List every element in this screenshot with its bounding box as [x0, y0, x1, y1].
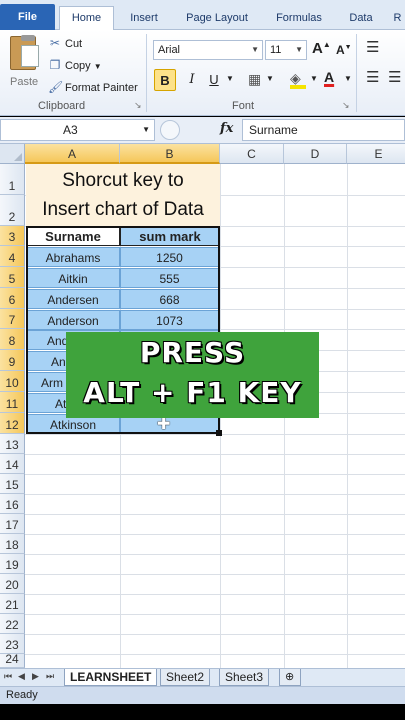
row-header-12[interactable]: 12 — [0, 413, 25, 434]
paste-button[interactable]: Paste — [6, 35, 40, 94]
row-header-13[interactable]: 13 — [0, 434, 25, 454]
dialog-launcher-icon[interactable]: ↘ — [134, 100, 142, 111]
sheet-tab-learnsheet[interactable]: LEARNSHEET — [64, 669, 158, 686]
tab-data[interactable]: Data — [340, 7, 382, 30]
row-header-6[interactable]: 6 — [0, 288, 25, 309]
status-bar: Ready — [0, 686, 405, 704]
chevron-down-icon[interactable]: ▼ — [266, 74, 274, 83]
row-header-24[interactable]: 24 — [0, 652, 25, 668]
row-header-11[interactable]: 11 — [0, 392, 25, 413]
row-header-2[interactable]: 2 — [0, 195, 25, 226]
tab-formulas[interactable]: Formulas — [266, 7, 332, 30]
clipboard-group-label: Clipboard — [38, 100, 86, 112]
overlay-line-1: PRESS — [139, 336, 246, 369]
align-top-icon[interactable]: ☰ — [366, 38, 379, 56]
row-header-1[interactable]: 1 — [0, 164, 25, 195]
paintbrush-icon: 🖌 — [48, 80, 64, 94]
overlay-line-2: ALT + F1 KEY — [83, 376, 302, 409]
name-box[interactable]: A3 ▼ — [0, 119, 155, 141]
caret-up-icon: ▲ — [322, 40, 331, 49]
tab-insert[interactable]: Insert — [118, 7, 170, 30]
fill-handle[interactable] — [216, 430, 222, 436]
title-cell-line-2[interactable]: Insert chart of Data — [26, 195, 220, 226]
row-header-20[interactable]: 20 — [0, 574, 25, 594]
row-header-8[interactable]: 8 — [0, 329, 25, 350]
instruction-overlay: PRESS ALT + F1 KEY — [66, 332, 319, 418]
font-name-box[interactable]: Arial ▼ — [153, 40, 263, 60]
chevron-down-icon: ▼ — [93, 62, 102, 71]
row-header-5[interactable]: 5 — [0, 267, 25, 288]
function-icon[interactable]: fx — [220, 121, 233, 136]
chevron-down-icon: ▼ — [251, 45, 259, 54]
tab-review[interactable]: R — [390, 7, 405, 30]
format-painter-button[interactable]: 🖌 Format Painter — [48, 80, 138, 94]
row-header-23[interactable]: 23 — [0, 634, 25, 654]
tab-file[interactable]: File — [0, 4, 55, 30]
tab-home[interactable]: Home — [59, 6, 114, 31]
row-header-17[interactable]: 17 — [0, 514, 25, 534]
copy-button[interactable]: ❐ Copy ▼ — [48, 58, 102, 72]
copy-icon: ❐ — [49, 58, 61, 72]
row-header-18[interactable]: 18 — [0, 534, 25, 554]
grow-font-button[interactable]: A▲ — [312, 40, 331, 57]
row-header-19[interactable]: 19 — [0, 554, 25, 574]
formula-input[interactable]: Surname — [242, 119, 405, 141]
ribbon-home: Paste ✂ Cut ❐ Copy ▼ 🖌 Format Painter Clipbo… — [0, 30, 405, 116]
row-header-15[interactable]: 15 — [0, 474, 25, 494]
row-header-21[interactable]: 21 — [0, 594, 25, 614]
row-header-3[interactable]: 3 — [0, 226, 25, 246]
expand-handle-icon[interactable] — [160, 120, 180, 140]
column-header-b[interactable]: B — [120, 144, 220, 164]
dialog-launcher-icon[interactable]: ↘ — [342, 100, 350, 111]
tab-page-layout[interactable]: Page Layout — [178, 7, 256, 30]
select-all-corner[interactable] — [0, 144, 25, 164]
last-sheet-icon[interactable]: ⏭ — [46, 671, 54, 682]
paste-icon — [10, 35, 39, 70]
next-sheet-icon[interactable]: ▶ — [32, 671, 39, 682]
font-size-box[interactable]: 11 ▼ — [265, 40, 307, 60]
column-header-c[interactable]: C — [220, 144, 284, 164]
insert-sheet-icon[interactable]: ⊕ — [279, 669, 301, 686]
align-center-icon[interactable]: ☰ — [388, 68, 401, 86]
underline-button[interactable]: U — [203, 69, 225, 91]
chevron-down-icon: ▼ — [142, 125, 150, 134]
formula-bar: A3 ▼ fx Surname — [0, 117, 405, 144]
first-sheet-icon[interactable]: ⏮ — [4, 671, 12, 682]
paste-label: Paste — [10, 76, 39, 88]
row-header-16[interactable]: 16 — [0, 494, 25, 514]
row-header-14[interactable]: 14 — [0, 454, 25, 474]
column-header-a[interactable]: A — [25, 144, 120, 164]
chevron-down-icon[interactable]: ▼ — [226, 74, 234, 83]
ribbon-tab-bar: File Home Insert Page Layout Formulas Da… — [0, 0, 405, 31]
align-left-icon[interactable]: ☰ — [366, 68, 379, 86]
column-header-d[interactable]: D — [284, 144, 347, 164]
font-color-button[interactable]: A — [324, 69, 334, 85]
chevron-down-icon[interactable]: ▼ — [344, 74, 352, 83]
scissors-icon: ✂ — [49, 36, 61, 50]
sheet-tab-bar: ⏮ ◀ ▶ ⏭ LEARNSHEET Sheet2 Sheet3 ⊕ — [0, 668, 405, 686]
status-text: Ready — [6, 689, 38, 701]
chevron-down-icon[interactable]: ▼ — [310, 74, 318, 83]
column-header-e[interactable]: E — [347, 144, 405, 164]
row-header-9[interactable]: 9 — [0, 350, 25, 371]
prev-sheet-icon[interactable]: ◀ — [18, 671, 25, 682]
font-group-label: Font — [232, 100, 255, 112]
fill-color-icon[interactable]: ◈ — [290, 70, 306, 89]
row-header-22[interactable]: 22 — [0, 614, 25, 634]
cut-button[interactable]: ✂ Cut — [48, 36, 82, 50]
bold-button[interactable]: B — [154, 69, 176, 91]
sheet-tab-sheet3[interactable]: Sheet3 — [219, 669, 270, 686]
borders-icon[interactable]: ▦ — [248, 71, 261, 88]
italic-button[interactable]: I — [181, 69, 203, 91]
chevron-down-icon: ▼ — [295, 45, 303, 54]
row-header-7[interactable]: 7 — [0, 309, 25, 329]
shrink-font-button[interactable]: A▼ — [336, 43, 352, 57]
row-header-4[interactable]: 4 — [0, 246, 25, 267]
title-cell-line-1[interactable]: Shorcut key to — [26, 164, 220, 195]
row-header-10[interactable]: 10 — [0, 371, 25, 392]
caret-down-icon: ▼ — [344, 44, 352, 51]
sheet-tab-sheet2[interactable]: Sheet2 — [160, 669, 211, 686]
